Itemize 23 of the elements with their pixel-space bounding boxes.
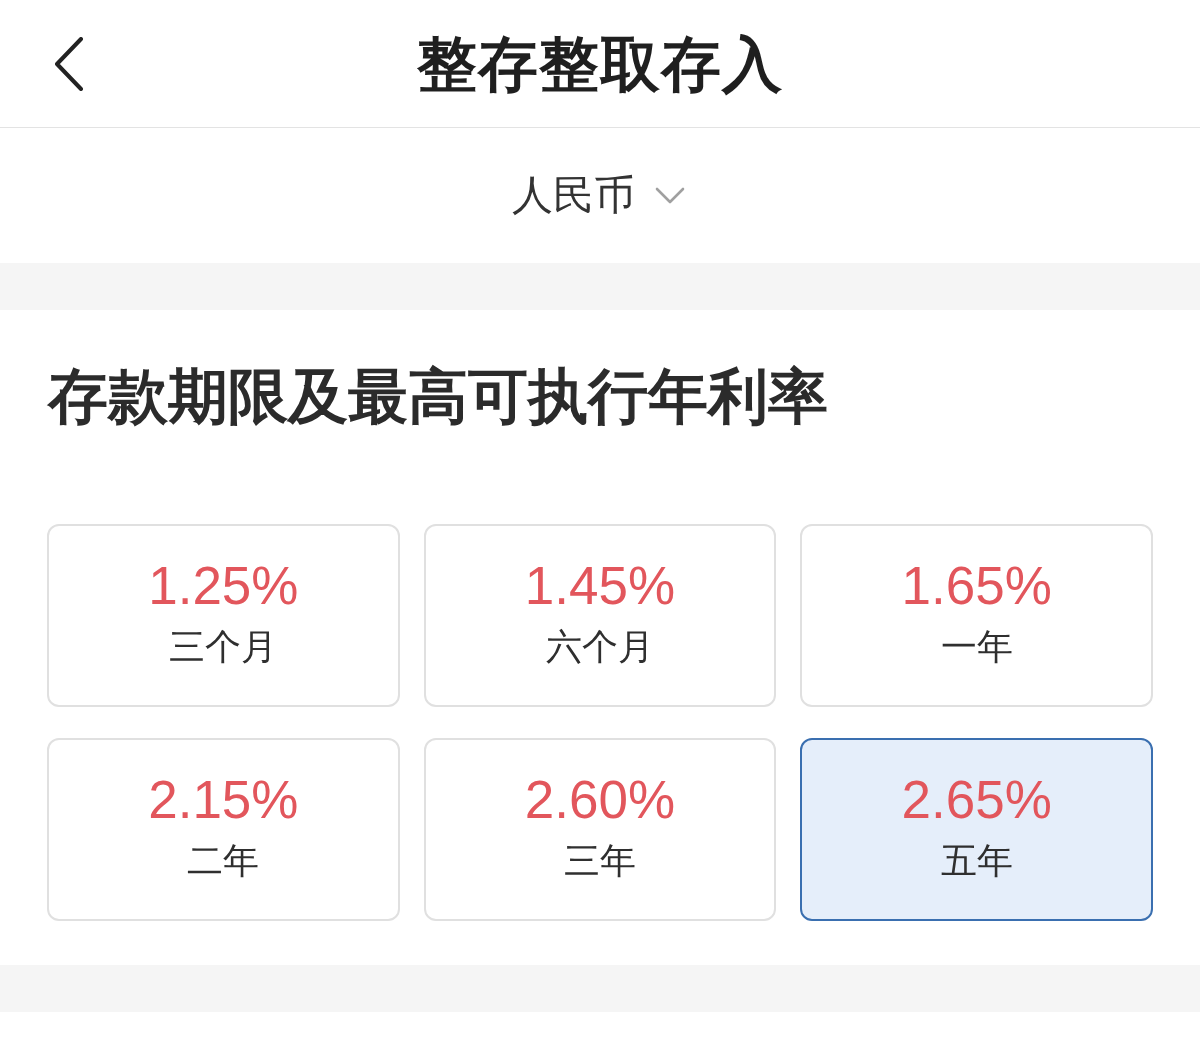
interest-rate-text: 2.65% bbox=[901, 770, 1052, 830]
term-label: 五年 bbox=[940, 839, 1013, 883]
term-label: 三年 bbox=[564, 839, 636, 883]
back-icon bbox=[54, 36, 84, 91]
section-title: 存款期限及最高可执行年利率 bbox=[48, 360, 828, 432]
term-label: 一年 bbox=[940, 625, 1013, 669]
interest-rate-text: 2.15% bbox=[148, 770, 299, 830]
page-title: 整存整取存入 bbox=[417, 27, 783, 100]
term-label: 三个月 bbox=[169, 625, 278, 669]
term-option-card[interactable]: 2.15% 二年 bbox=[47, 738, 400, 921]
term-option-card[interactable]: 2.65% 五年 bbox=[800, 738, 1153, 921]
term-option-card[interactable]: 1.65% 一年 bbox=[800, 524, 1153, 707]
currency-dropdown[interactable]: 人民币 bbox=[511, 168, 685, 223]
caret-down-icon bbox=[654, 186, 685, 205]
term-option-card[interactable]: 1.25% 三个月 bbox=[47, 524, 400, 707]
term-option-card[interactable]: 1.45% 六个月 bbox=[423, 524, 777, 707]
interest-rate-text: 2.60% bbox=[524, 770, 676, 830]
term-option-card[interactable]: 2.60% 三年 bbox=[423, 738, 777, 921]
interest-rate-text: 1.45% bbox=[524, 556, 676, 616]
term-label: 六个月 bbox=[546, 625, 654, 669]
term-label: 二年 bbox=[187, 839, 260, 883]
interest-rate-text: 1.65% bbox=[901, 556, 1052, 616]
interest-rate-text: 1.25% bbox=[148, 556, 299, 616]
